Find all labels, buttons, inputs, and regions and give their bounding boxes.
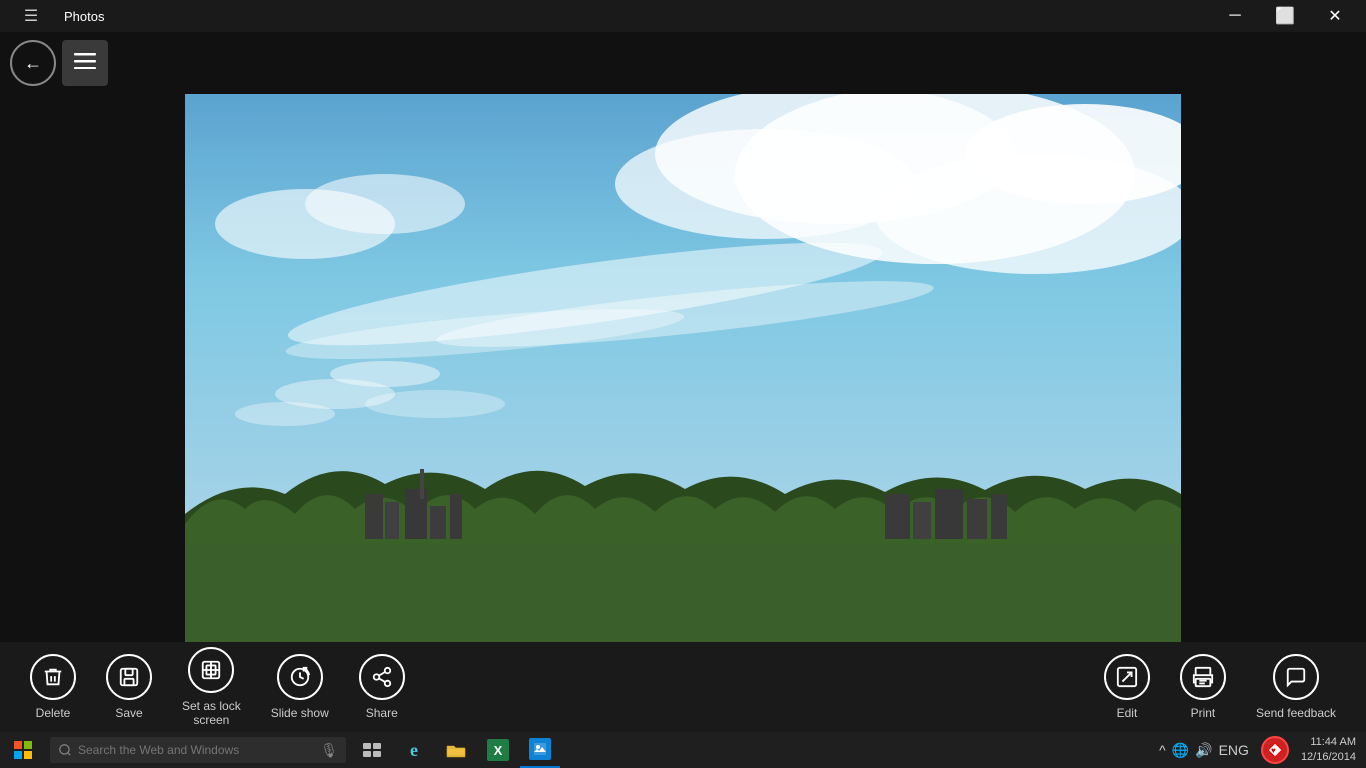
start-button[interactable]: [0, 732, 46, 768]
maximize-button[interactable]: ⬜: [1262, 0, 1308, 32]
tray-icons: ^ 🌐 🔊 ENG: [1159, 742, 1249, 759]
excel-app[interactable]: X: [478, 732, 518, 768]
titlebar: ☰ Photos ─ ⬜ ✕: [0, 0, 1366, 32]
share-label: Share: [366, 706, 398, 720]
photo-menu-button[interactable]: [62, 40, 108, 86]
edge-app[interactable]: e: [394, 732, 434, 768]
back-icon: ←: [24, 53, 42, 74]
taskbar: 🎙 e X: [0, 732, 1366, 768]
set-lock-screen-button[interactable]: Set as lock screen: [182, 647, 241, 727]
nav-buttons: ←: [10, 40, 108, 86]
menu-icon: [74, 53, 96, 74]
clock: 11:44 AM 12/16/2014: [1301, 735, 1356, 766]
print-label: Print: [1191, 706, 1216, 720]
edit-button[interactable]: Edit: [1104, 654, 1150, 720]
system-tray: ^ 🌐 🔊 ENG ♥ 11:44 AM 12/16/2014: [1159, 735, 1366, 766]
photo-toolbar: Delete Save Set a: [0, 642, 1366, 732]
share-icon: [359, 654, 405, 700]
task-view-button[interactable]: [352, 732, 392, 768]
titlebar-menu-button[interactable]: ☰: [8, 0, 54, 32]
save-icon: [106, 654, 152, 700]
taskbar-apps: e X: [352, 732, 560, 768]
send-feedback-button[interactable]: Send feedback: [1256, 654, 1336, 720]
print-button[interactable]: Print: [1180, 654, 1226, 720]
edit-icon: [1104, 654, 1150, 700]
minimize-button[interactable]: ─: [1212, 0, 1258, 32]
date: 12/16/2014: [1301, 750, 1356, 765]
hamburger-icon: ☰: [24, 6, 38, 26]
photo-display: [185, 94, 1181, 670]
search-bar[interactable]: 🎙: [50, 737, 346, 763]
search-input[interactable]: [78, 743, 320, 757]
send-feedback-label: Send feedback: [1256, 706, 1336, 720]
microphone-icon: 🎙: [320, 742, 338, 759]
share-button[interactable]: Share: [359, 654, 405, 720]
photo-viewer: [0, 32, 1366, 732]
photos-app[interactable]: [520, 732, 560, 768]
save-label: Save: [115, 706, 142, 720]
toolbar-right-buttons: Edit Print Send feedback: [1104, 654, 1336, 720]
app-title: Photos: [64, 9, 104, 24]
send-feedback-icon: [1273, 654, 1319, 700]
time: 11:44 AM: [1301, 735, 1356, 750]
delete-label: Delete: [36, 706, 71, 720]
back-button[interactable]: ←: [10, 40, 56, 86]
titlebar-controls: ─ ⬜ ✕: [1212, 0, 1358, 32]
lock-screen-icon: [188, 647, 234, 693]
slideshow-label: Slide show: [271, 706, 329, 720]
volume-icon[interactable]: 🔊: [1195, 742, 1212, 759]
titlebar-left: ☰ Photos: [8, 0, 104, 32]
save-button[interactable]: Save: [106, 654, 152, 720]
network-icon[interactable]: 🌐: [1172, 742, 1189, 759]
toolbar-left-buttons: Delete Save Set a: [30, 647, 405, 727]
edit-label: Edit: [1117, 706, 1138, 720]
lock-screen-label: Set as lock screen: [182, 699, 241, 727]
chevron-icon[interactable]: ^: [1159, 742, 1166, 758]
delete-icon: [30, 654, 76, 700]
file-explorer-app[interactable]: [436, 732, 476, 768]
slideshow-icon: [277, 654, 323, 700]
close-button[interactable]: ✕: [1312, 0, 1358, 32]
delete-button[interactable]: Delete: [30, 654, 76, 720]
language-icon[interactable]: ENG: [1219, 742, 1249, 758]
print-icon: [1180, 654, 1226, 700]
slideshow-button[interactable]: Slide show: [271, 654, 329, 720]
user-avatar[interactable]: ♥: [1261, 736, 1289, 764]
svg-text:♥: ♥: [1271, 746, 1276, 755]
